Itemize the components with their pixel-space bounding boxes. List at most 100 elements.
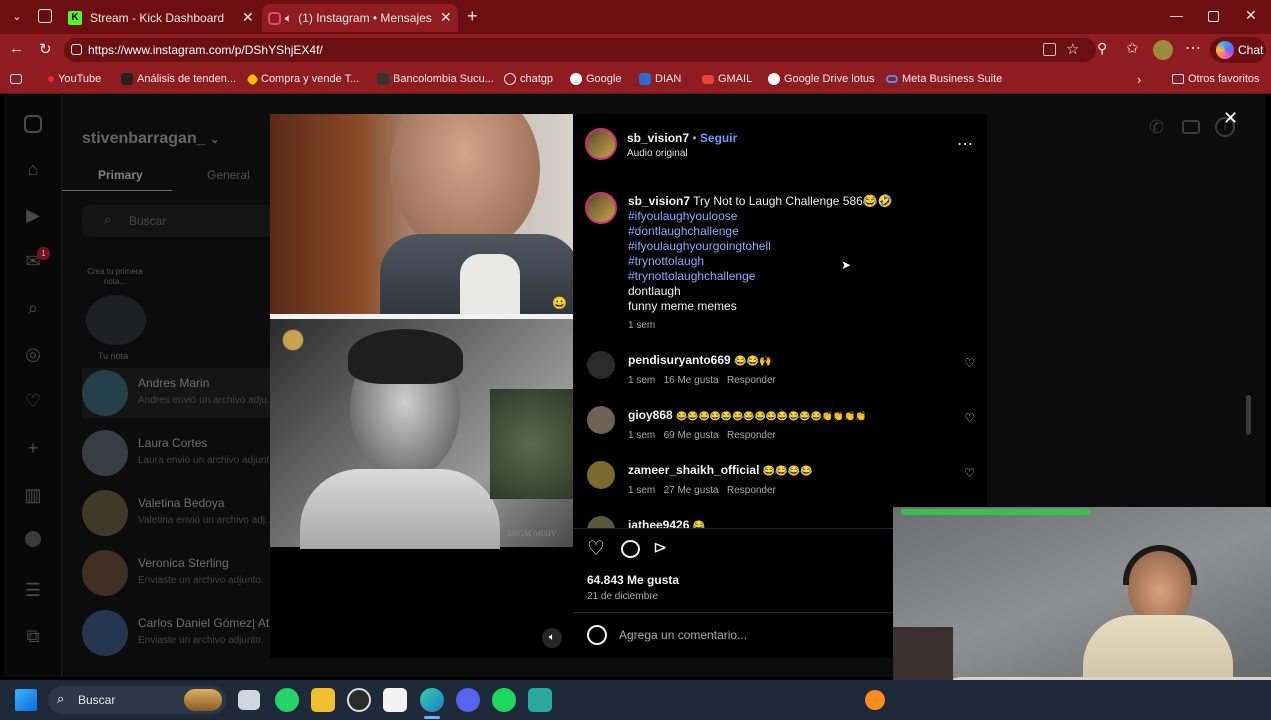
spotify-icon[interactable] — [492, 688, 516, 712]
avatar[interactable] — [587, 351, 615, 379]
whatsapp-icon[interactable] — [275, 688, 299, 712]
author-username[interactable]: sb_vision7 — [627, 131, 689, 145]
close-tab-icon[interactable]: ✕ — [242, 9, 254, 26]
capcut-icon[interactable] — [383, 688, 407, 712]
comment-username[interactable]: iathee9426 — [628, 518, 689, 528]
volume-icon[interactable]: 🔈︎ — [542, 628, 562, 648]
bookmark-youtube[interactable]: YouTube — [48, 73, 101, 85]
like-comment-icon[interactable]: ♡ — [964, 411, 975, 425]
conversation-item[interactable]: Andres Marin Andres envió un archivo adj… — [82, 368, 282, 418]
hashtag-link[interactable]: #trynottolaughchallenge — [628, 269, 958, 284]
task-view-icon[interactable] — [238, 690, 260, 710]
search-icon[interactable]: ⌕ — [22, 297, 44, 319]
comment-input[interactable]: Agrega un comentario... — [619, 628, 909, 644]
reading-list-icon[interactable] — [10, 74, 22, 84]
tab-primary[interactable]: Primary — [98, 168, 143, 182]
site-info-icon[interactable] — [71, 44, 82, 55]
conversation-item[interactable]: Laura Cortes Laura envió un archivo adju… — [82, 428, 282, 478]
speaker-icon[interactable]: 🔈︎ — [285, 11, 292, 26]
bookmark-chatgp[interactable]: chatgp — [504, 73, 553, 85]
comment-likes[interactable]: 16 Me gusta — [664, 375, 719, 386]
tab-general[interactable]: General — [207, 168, 250, 182]
close-modal-icon[interactable]: ✕ — [1223, 108, 1238, 129]
dashboard-icon[interactable]: ▥ — [22, 484, 44, 506]
comment-likes[interactable]: 27 Me gusta — [664, 485, 719, 496]
reels-icon[interactable]: ▶ — [22, 204, 44, 226]
scrollbar[interactable] — [1246, 395, 1251, 435]
conversation-item[interactable]: Veronica Sterling Enviaste un archivo ad… — [82, 548, 282, 598]
refresh-icon[interactable]: ↻ — [39, 40, 52, 58]
hashtag-link[interactable]: #ifyoulaughyouloose — [628, 209, 958, 224]
heart-icon[interactable]: ♡ — [22, 390, 44, 412]
phone-icon[interactable]: ✆ — [1149, 117, 1164, 138]
bookmark-bancolombia[interactable]: Bancolombia Sucu... — [377, 73, 494, 85]
extensions-icon[interactable]: ⚲ — [1097, 40, 1107, 57]
comment-username[interactable]: zameer_shaikh_official — [628, 463, 759, 477]
restore-icon[interactable] — [1208, 11, 1219, 22]
like-comment-icon[interactable]: ♡ — [964, 356, 975, 370]
discord-icon[interactable] — [456, 688, 480, 712]
windows-start-icon[interactable] — [15, 689, 37, 711]
tab-menu-icon[interactable]: ⌄ — [8, 8, 26, 26]
favorites-icon[interactable]: ✩ — [1126, 39, 1139, 57]
bookmark-compra[interactable]: Compra y vende T... — [246, 72, 359, 86]
taskbar-search[interactable]: ⌕ Buscar — [48, 686, 226, 714]
hashtag-link[interactable]: #ifyoulaughyourgoingtohell — [628, 239, 958, 254]
avatar[interactable] — [587, 461, 615, 489]
hashtag-link[interactable]: #trynottolaugh — [628, 254, 958, 269]
also-from-meta-icon[interactable]: ⧉ — [22, 625, 44, 647]
reel-video[interactable]: 😀 RNGM ARSIV 🔈︎ — [270, 114, 573, 658]
like-comment-icon[interactable]: ♡ — [964, 466, 975, 480]
menu-icon[interactable]: ☰ — [22, 579, 44, 601]
reply-button[interactable]: Responder — [727, 485, 776, 496]
close-window-icon[interactable]: ✕ — [1245, 7, 1257, 24]
audio-label[interactable]: Audio original — [627, 148, 688, 159]
more-options-icon[interactable]: ⋯ — [957, 134, 973, 154]
conversation-item[interactable]: Valetina Bedoya Valetina envió un archiv… — [82, 488, 282, 538]
favorite-star-icon[interactable]: ☆ — [1066, 40, 1079, 58]
home-icon[interactable]: ⌂ — [22, 158, 44, 180]
dm-username[interactable]: stivenbarragan_ ⌄ — [82, 130, 219, 148]
reply-button[interactable]: Responder — [727, 375, 776, 386]
file-explorer-icon[interactable] — [311, 688, 335, 712]
caption-username[interactable]: sb_vision7 — [628, 194, 690, 208]
explore-icon[interactable]: ◎ — [22, 343, 44, 365]
bookmark-meta[interactable]: Meta Business Suite — [886, 73, 1002, 85]
dm-search-input[interactable]: ⌕ Buscar — [82, 205, 282, 237]
comment-icon[interactable] — [621, 540, 640, 558]
minimize-icon[interactable]: — — [1170, 8, 1183, 23]
profile-avatar[interactable] — [1153, 40, 1173, 60]
bookmark-dian[interactable]: DIAN — [639, 73, 681, 85]
emoji-icon[interactable] — [587, 625, 607, 645]
close-tab-icon[interactable]: ✕ — [440, 9, 452, 26]
author-avatar[interactable] — [585, 128, 617, 160]
tab-kick[interactable]: K Stream - Kick Dashboard ✕ — [62, 4, 258, 32]
back-icon[interactable]: ← — [9, 40, 24, 57]
avatar[interactable] — [587, 406, 615, 434]
bookmark-analisis[interactable]: Análisis de tenden... — [121, 73, 236, 85]
url-field[interactable]: https://www.instagram.com/p/DShYShjEX4f/ — [64, 38, 1096, 62]
reply-button[interactable]: Responder — [727, 430, 776, 441]
capcut-alt-icon[interactable] — [528, 688, 552, 712]
copilot-chat-button[interactable]: Chat — [1210, 37, 1266, 63]
comment-username[interactable]: gioy868 — [628, 408, 673, 422]
avatar[interactable] — [587, 516, 615, 528]
workspaces-icon[interactable] — [38, 9, 52, 23]
profile-icon[interactable] — [22, 530, 44, 552]
bookmark-gmail[interactable]: GMAIL — [702, 73, 752, 85]
chevron-right-icon[interactable]: › — [1137, 72, 1141, 87]
comment-username[interactable]: pendisuryanto669 — [628, 353, 731, 367]
video-call-icon[interactable] — [1182, 120, 1200, 134]
edge-icon[interactable] — [420, 688, 444, 712]
instagram-logo-icon[interactable] — [22, 115, 44, 137]
other-favorites[interactable]: Otros favoritos — [1172, 73, 1260, 85]
create-icon[interactable]: + — [22, 437, 44, 459]
note-bubble[interactable]: Crea tu primera nota... — [82, 267, 148, 287]
note-avatar[interactable] — [86, 295, 146, 345]
comment-likes[interactable]: 69 Me gusta — [664, 430, 719, 441]
conversation-item[interactable]: Carlos Daniel Gómez| Atle... Enviaste un… — [82, 608, 289, 658]
bookmark-google[interactable]: Google — [570, 73, 621, 85]
hashtag-link[interactable]: #dontlaughchallenge — [628, 224, 958, 239]
apps-icon[interactable] — [1043, 43, 1056, 56]
notification-app-icon[interactable] — [865, 690, 885, 710]
